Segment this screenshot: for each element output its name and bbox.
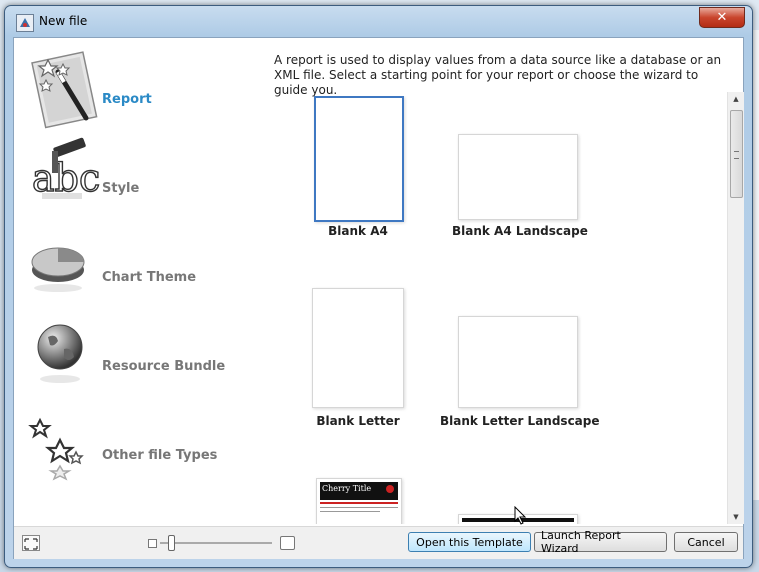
- file-type-resource-bundle[interactable]: Resource Bundle: [14, 305, 264, 393]
- scroll-thumb[interactable]: [730, 110, 743, 198]
- close-icon: ✕: [716, 10, 728, 25]
- file-type-chart-theme[interactable]: Chart Theme: [14, 216, 264, 304]
- template-thumbnail: Cherry Title: [316, 478, 402, 524]
- template-gallery: Blank A4 Blank A4 Landscape Blank Letter…: [282, 96, 726, 524]
- template-thumbnail: [458, 134, 578, 220]
- style-icon: abc: [28, 137, 101, 209]
- zoom-small-icon: [148, 539, 157, 548]
- other-file-types-icon: [28, 404, 100, 481]
- template-scrollbar[interactable]: ▲ ▼: [727, 92, 744, 524]
- report-icon: [28, 48, 100, 129]
- launch-wizard-button[interactable]: Launch Report Wizard: [534, 529, 667, 555]
- zoom-large-icon: [280, 536, 295, 550]
- window-title: New file: [39, 14, 88, 28]
- scroll-up-arrow[interactable]: ▲: [728, 92, 744, 106]
- bottom-toolbar: Open this Template Launch Report Wizard …: [14, 526, 743, 559]
- close-button[interactable]: ✕: [699, 7, 745, 28]
- file-type-label-chart-theme: Chart Theme: [102, 270, 197, 285]
- template-label: Blank A4: [328, 224, 388, 238]
- app-icon: [16, 14, 34, 32]
- expand-icon[interactable]: [22, 535, 40, 551]
- template-label: Blank A4 Landscape: [452, 224, 588, 238]
- template-label: Blank Letter Landscape: [440, 414, 600, 428]
- file-type-report[interactable]: Report: [14, 38, 264, 129]
- resource-bundle-icon: [28, 315, 100, 387]
- chart-theme-icon: [28, 226, 100, 298]
- file-type-label-other: Other file Types: [102, 448, 218, 463]
- file-type-list: Report abc Style Chart Theme Resource Bu…: [14, 38, 264, 526]
- template-thumbnail: [314, 96, 404, 222]
- file-type-style[interactable]: abc Style: [14, 127, 264, 215]
- file-type-label-resource-bundle: Resource Bundle: [102, 359, 226, 374]
- cancel-button[interactable]: Cancel: [674, 532, 738, 552]
- cherry-icon: [386, 485, 394, 493]
- file-type-label-style: Style: [102, 181, 140, 196]
- dialog-content: Report abc Style Chart Theme Resource Bu…: [13, 37, 744, 559]
- file-type-other[interactable]: Other file Types: [14, 394, 264, 482]
- zoom-slider-track[interactable]: [160, 542, 272, 544]
- scroll-down-arrow[interactable]: ▼: [728, 510, 744, 524]
- template-label: Blank Letter: [316, 414, 400, 428]
- mouse-cursor-icon: [514, 506, 527, 525]
- template-thumbnail: [458, 316, 578, 408]
- cherry-title: Cherry Title: [322, 484, 372, 493]
- file-type-label-report: Report: [102, 92, 152, 107]
- open-template-button[interactable]: Open this Template: [408, 532, 531, 552]
- new-file-dialog: New file ✕ Report abc Style Chart Theme …: [4, 5, 753, 568]
- cherry-header: Cherry Title: [320, 482, 398, 500]
- zoom-slider-handle[interactable]: [168, 535, 175, 551]
- title-bar[interactable]: New file ✕: [5, 6, 752, 36]
- description-text: A report is used to display values from …: [274, 53, 722, 97]
- template-thumbnail: [312, 288, 404, 408]
